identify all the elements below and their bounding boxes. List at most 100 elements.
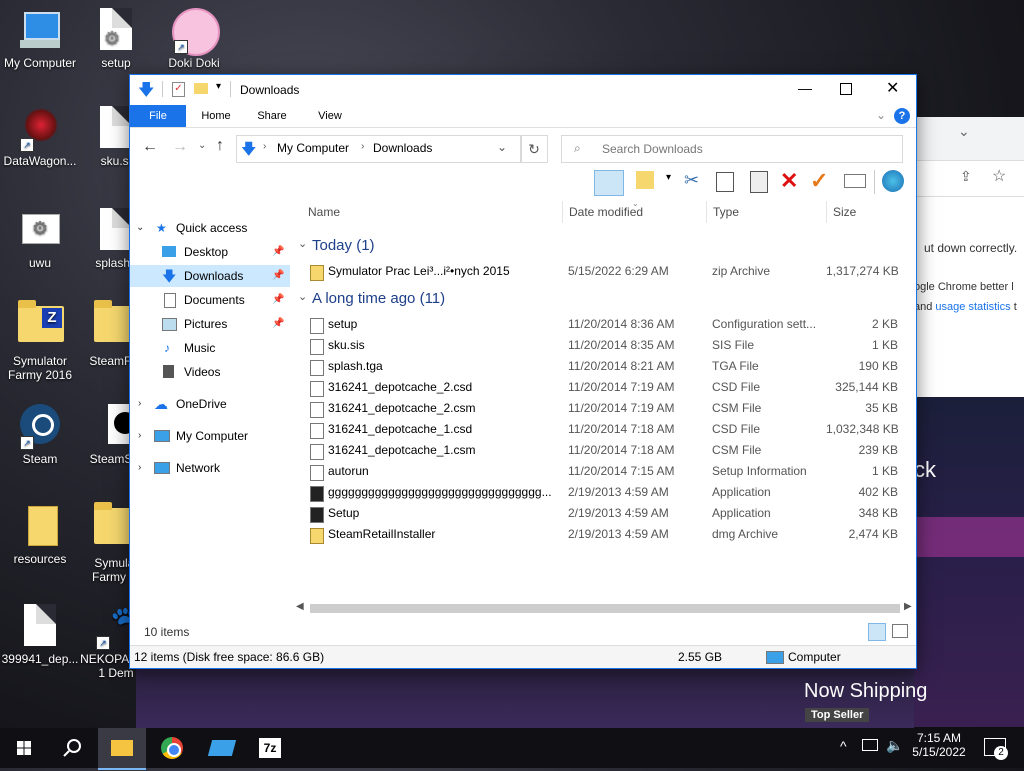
refresh-icon[interactable]: ↻	[520, 135, 548, 163]
chevron-right-icon[interactable]: ›	[263, 141, 266, 152]
taskbar-app[interactable]	[198, 728, 246, 768]
desktop-icon-uwu[interactable]: ⚙ uwu	[0, 208, 80, 270]
group-header-today[interactable]: Today (1)	[312, 237, 375, 254]
search-button[interactable]	[48, 728, 96, 768]
pin-icon[interactable]: 📌	[272, 241, 284, 263]
column-header-type[interactable]: Type	[713, 205, 739, 219]
preview-pane-icon[interactable]	[594, 170, 624, 196]
properties-icon[interactable]: ✓	[172, 82, 185, 97]
desktop-icon-setup[interactable]: ⚙ setup	[76, 8, 156, 70]
tab-home[interactable]: Home	[194, 105, 238, 127]
group-collapse-icon[interactable]: ⌄	[298, 237, 307, 250]
properties-bar-icon[interactable]	[844, 174, 866, 188]
address-dropdown-icon[interactable]: ⌄	[497, 140, 507, 154]
copy-icon[interactable]	[716, 172, 734, 192]
usage-statistics-link[interactable]: usage statistics	[935, 301, 1010, 313]
ribbon-expand-icon[interactable]: ⌄	[876, 108, 886, 122]
table-row[interactable]: setup 11/20/2014 8:36 AM Configuration set…	[306, 314, 906, 335]
sidebar-item-pictures[interactable]: Pictures 📌	[130, 313, 290, 335]
title-bar[interactable]: 🡇 ✓ ▾ Downloads — ✕	[130, 75, 916, 105]
new-folder-icon[interactable]	[194, 83, 208, 94]
taskbar-file-explorer[interactable]	[98, 728, 146, 770]
help-icon[interactable]: ?	[894, 108, 910, 124]
folder-options-icon[interactable]	[636, 171, 654, 189]
desktop-icon-steam[interactable]: ↗ Steam	[0, 404, 80, 466]
column-header-size[interactable]: Size	[833, 205, 856, 219]
chrome-window-background[interactable]: ⌄ ⇪ ☆ ut down correctly. ogle Chrome bet…	[914, 117, 1024, 397]
breadcrumb-downloads[interactable]: Downloads	[373, 141, 432, 155]
details-view-icon[interactable]	[868, 623, 886, 641]
network-tray-icon[interactable]	[862, 739, 878, 751]
star-icon[interactable]: ☆	[992, 166, 1006, 186]
recent-locations-icon[interactable]: ⌄	[198, 140, 206, 151]
volume-icon[interactable]: 🔈	[886, 737, 903, 754]
large-icons-view-icon[interactable]	[892, 624, 908, 638]
paste-icon[interactable]	[750, 171, 768, 193]
column-header-name[interactable]: Name	[308, 205, 340, 219]
table-row[interactable]: 316241_depotcache_1.csd 11/20/2014 7:18 A…	[306, 419, 906, 440]
chevron-right-icon[interactable]: ›	[138, 393, 141, 415]
table-row[interactable]: splash.tga 11/20/2014 8:21 AM TGA File 190 …	[306, 356, 906, 377]
desktop-icon-resources[interactable]: resources	[0, 504, 80, 566]
tab-view[interactable]: View	[308, 105, 352, 127]
scroll-right-icon[interactable]: ▶	[904, 601, 912, 612]
table-row[interactable]: sku.sis 11/20/2014 8:35 AM SIS File 1 KB	[306, 335, 906, 356]
table-row[interactable]: SteamRetailInstaller 2/19/2013 4:59 AM dmg…	[306, 524, 906, 545]
column-divider[interactable]	[826, 201, 827, 223]
start-button[interactable]	[0, 728, 48, 768]
scroll-thumb[interactable]	[310, 604, 900, 613]
pin-icon[interactable]: 📌	[272, 313, 284, 335]
desktop-icon-399941[interactable]: 399941_dep...	[0, 604, 80, 666]
up-icon[interactable]: ↑	[216, 137, 224, 155]
search-input[interactable]: Search Downloads	[602, 142, 703, 156]
desktop-icon-doki-doki[interactable]: ↗ Doki Doki	[154, 8, 234, 70]
table-row[interactable]: 316241_depotcache_1.csm 11/20/2014 7:18 A…	[306, 440, 906, 461]
chevron-down-icon[interactable]: ⌄	[958, 123, 970, 140]
sidebar-item-my-computer[interactable]: › My Computer	[130, 425, 290, 447]
qat-dropdown-icon[interactable]: ▾	[216, 81, 221, 92]
column-divider[interactable]	[706, 201, 707, 223]
maximize-icon[interactable]	[840, 83, 852, 95]
chevron-down-icon[interactable]: ⌄	[136, 217, 144, 239]
sidebar-item-network[interactable]: › Network	[130, 457, 290, 479]
close-icon[interactable]: ✕	[886, 78, 899, 98]
show-hidden-icons-icon[interactable]: ^	[840, 738, 847, 754]
breadcrumb-my-computer[interactable]: My Computer	[277, 141, 349, 155]
table-row[interactable]: gggggggggggggggggggggggggggggggg... 2/19/…	[306, 482, 906, 503]
clock[interactable]: 7:15 AM 5/15/2022	[912, 731, 966, 759]
group-collapse-icon[interactable]: ⌄	[298, 290, 307, 303]
sidebar-item-quick-access[interactable]: ⌄ ★ Quick access	[130, 217, 290, 239]
table-row[interactable]: Symulator Prac Lei³...i²•nych 2015 5/15/…	[306, 261, 906, 282]
pin-icon[interactable]: 📌	[272, 289, 284, 311]
sidebar-item-desktop[interactable]: Desktop 📌	[130, 241, 290, 263]
chevron-right-icon[interactable]: ›	[361, 141, 364, 152]
sidebar-item-documents[interactable]: Documents 📌	[130, 289, 290, 311]
desktop-icon-datawagon[interactable]: ↗ DataWagon...	[0, 106, 80, 168]
table-row[interactable]: autorun 11/20/2014 7:15 AM Setup Informati…	[306, 461, 906, 482]
sidebar-item-downloads[interactable]: 🡇 Downloads 📌	[130, 265, 290, 287]
rename-check-icon[interactable]: ✓	[810, 168, 828, 194]
horizontal-scrollbar[interactable]: ◀ ▶	[292, 601, 916, 615]
search-box[interactable]: ⌕ Search Downloads	[561, 135, 903, 163]
minimize-icon[interactable]: —	[798, 80, 812, 96]
tab-share[interactable]: Share	[250, 105, 294, 127]
taskbar-7zip[interactable]: 7z	[246, 728, 294, 768]
address-bar[interactable]: 🡇 › My Computer › Downloads ⌄	[236, 135, 522, 163]
forward-icon[interactable]: →	[172, 138, 188, 156]
sidebar-item-onedrive[interactable]: › ☁ OneDrive	[130, 393, 290, 415]
promo-panel[interactable]: ck	[914, 397, 1024, 727]
desktop-icon-symulator-farmy-2016[interactable]: Z Symulator Farmy 2016	[0, 300, 80, 382]
cut-icon[interactable]: ✂	[684, 170, 699, 191]
column-divider[interactable]	[562, 201, 563, 223]
sidebar-item-music[interactable]: ♪ Music	[130, 337, 290, 359]
chevron-right-icon[interactable]: ›	[138, 457, 141, 479]
group-header-long-ago[interactable]: A long time ago (11)	[312, 290, 445, 307]
dropdown-icon[interactable]: ▾	[666, 172, 671, 183]
pin-icon[interactable]: 📌	[272, 265, 284, 287]
chevron-right-icon[interactable]: ›	[138, 425, 141, 447]
sidebar-item-videos[interactable]: Videos	[130, 361, 290, 383]
globe-icon[interactable]	[882, 170, 904, 192]
delete-icon[interactable]: ✕	[780, 168, 798, 194]
table-row[interactable]: 316241_depotcache_2.csd 11/20/2014 7:19 A…	[306, 377, 906, 398]
desktop-icon-my-computer[interactable]: My Computer	[0, 8, 80, 70]
